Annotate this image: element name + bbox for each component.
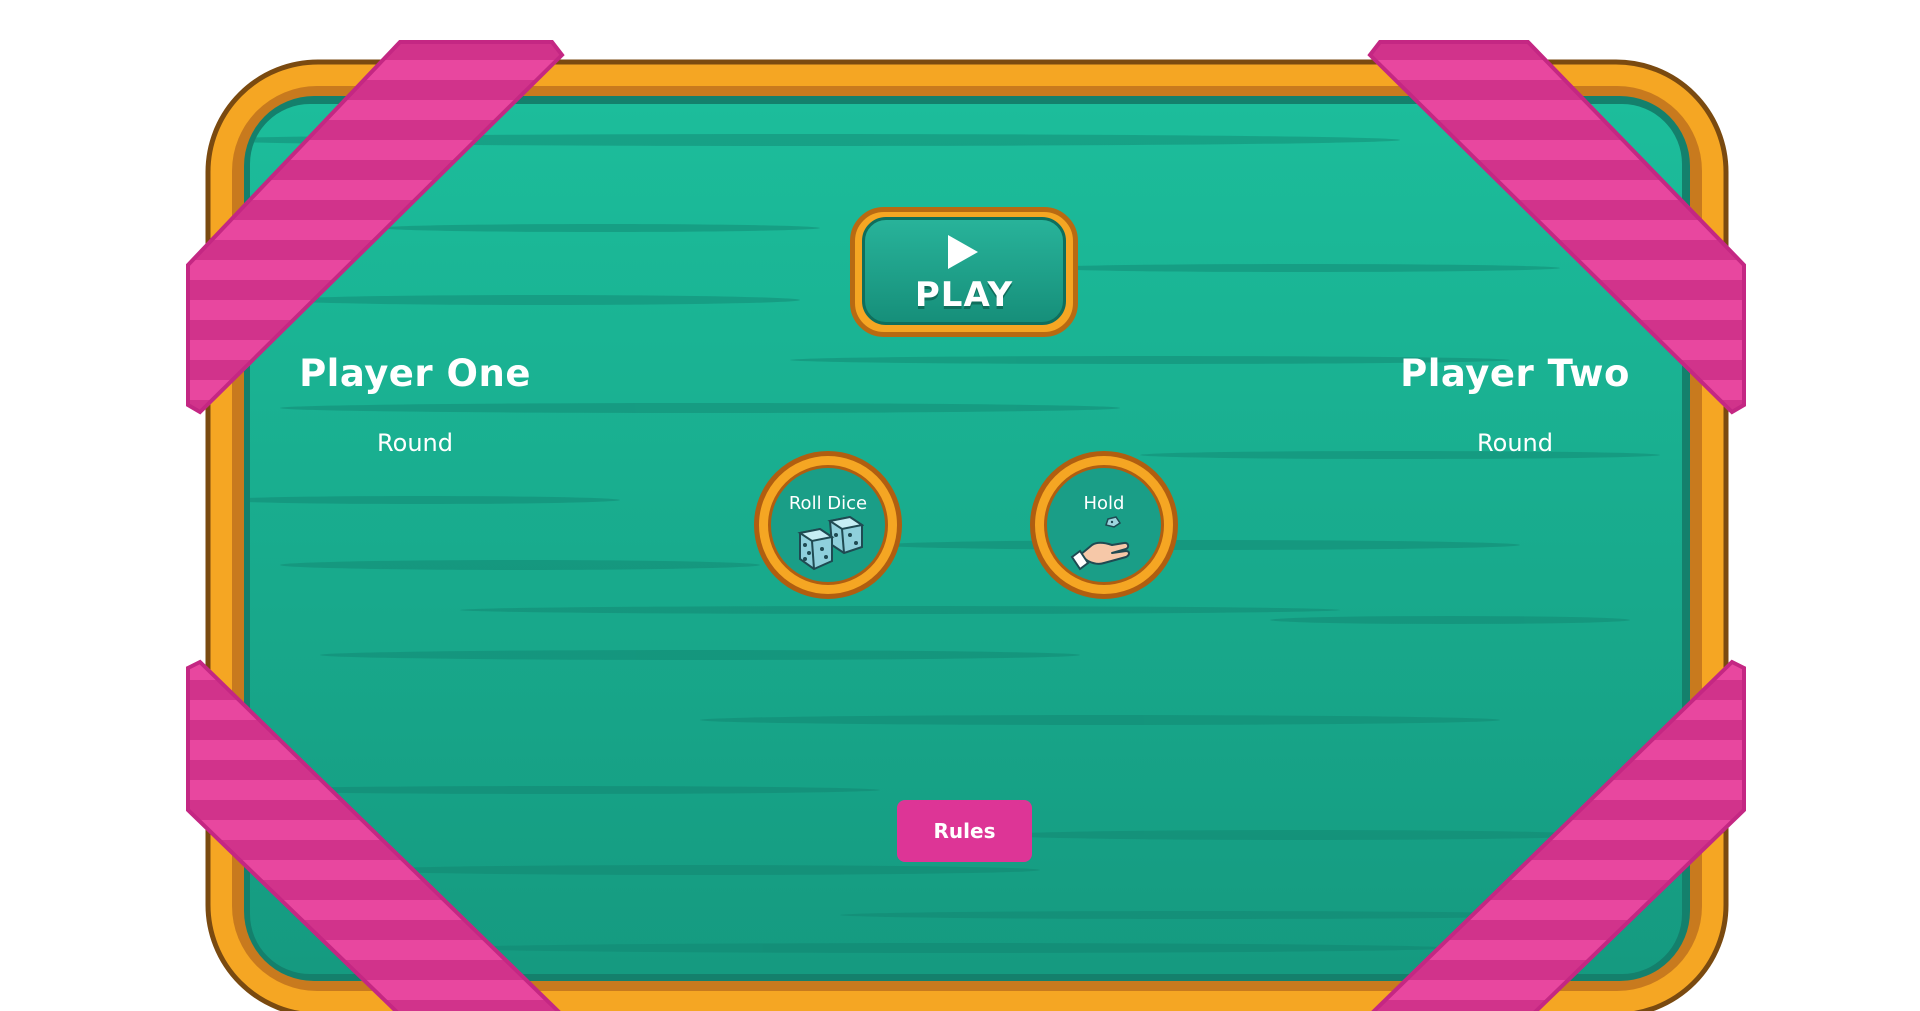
dice-icon (797, 515, 864, 571)
player-one-panel: Player One Round (265, 352, 565, 457)
rules-button[interactable]: Rules (897, 800, 1032, 862)
player-one-round-label: Round (377, 429, 453, 457)
hand-icon (1070, 516, 1130, 571)
game-stage: Player One Round Player Two Round PLAY R… (0, 0, 1920, 1011)
roll-dice-label: Roll Dice (788, 493, 868, 514)
hold-button[interactable]: Hold (1030, 451, 1178, 599)
hold-label: Hold (1083, 493, 1125, 514)
player-two-name: Player Two (1400, 352, 1630, 395)
roll-dice-button[interactable]: Roll Dice (754, 451, 902, 599)
play-icon (948, 235, 978, 269)
player-two-panel: Player Two Round (1365, 352, 1665, 457)
player-two-round-label: Round (1477, 429, 1553, 457)
player-one-name: Player One (299, 352, 531, 395)
play-label: PLAY (914, 275, 1014, 315)
play-button[interactable]: PLAY (850, 207, 1078, 337)
